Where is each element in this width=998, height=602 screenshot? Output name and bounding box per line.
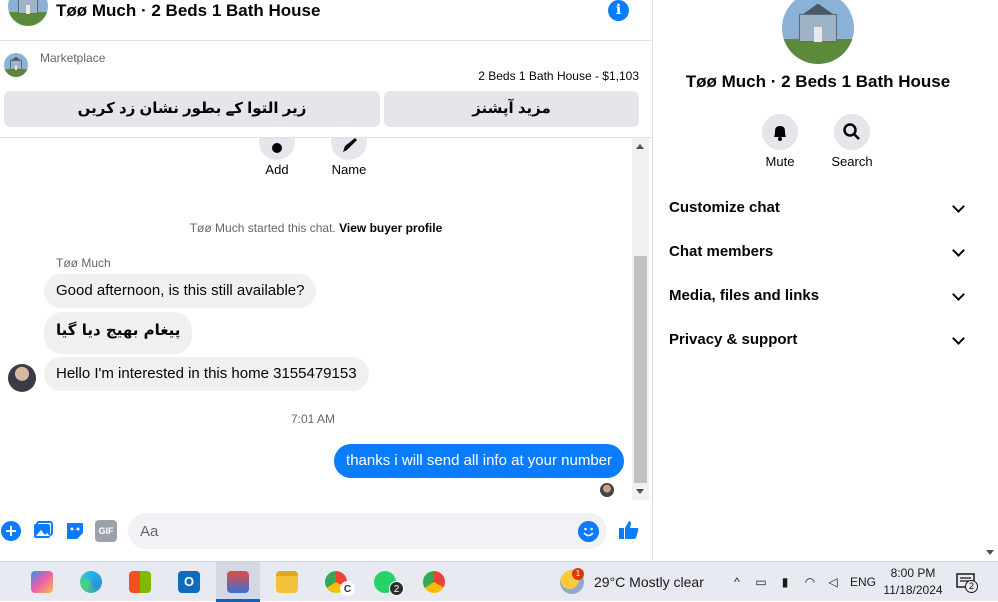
search-label: Search [831, 154, 873, 169]
add-member-button[interactable] [259, 138, 295, 160]
message-list: Add Name Tøø Much started this chat. Vie… [0, 138, 632, 500]
notification-count: 2 [965, 580, 978, 593]
message-timestamp: 7:01 AM [290, 412, 336, 426]
message-scrollbar[interactable] [632, 138, 649, 500]
chat-members-row[interactable]: Chat members [669, 236, 969, 268]
sender-avatar[interactable] [8, 364, 36, 392]
search-icon [843, 123, 860, 140]
language-indicator[interactable]: ENG [850, 562, 876, 602]
outlook-taskbar-icon[interactable]: O [167, 562, 211, 602]
page-scrollbar[interactable] [982, 0, 998, 561]
mark-pending-button[interactable]: زیر التوا کے بطور نشان زد کریں [4, 91, 380, 127]
chevron-down-icon [952, 200, 965, 213]
scroll-down-arrow[interactable] [636, 489, 644, 494]
search-button[interactable] [834, 114, 870, 150]
chrome-taskbar-icon[interactable] [412, 562, 456, 602]
more-options-button[interactable]: مزید آپشنز [384, 91, 639, 127]
clock-date: 11/18/2024 [883, 583, 943, 597]
chevron-up-icon[interactable]: ^ [729, 574, 745, 590]
outlook-icon: O [178, 571, 200, 593]
windows-taskbar: O C 2 1 29°C Mostly clear ^ ▭ ▮ ◠ ◁ ENG … [0, 561, 998, 602]
message-bubble[interactable]: Hello I'm interested in this home 315547… [44, 357, 369, 391]
clock[interactable]: 8:00 PM 11/18/2024 [878, 565, 948, 599]
page-scroll-down-arrow[interactable] [986, 550, 994, 555]
section-label: Privacy & support [669, 331, 798, 348]
plus-circle-icon[interactable] [0, 520, 22, 542]
message-bubble[interactable]: پیغام بھیج دیا گیا [44, 312, 193, 354]
whatsapp-taskbar-icon[interactable]: 2 [363, 562, 407, 602]
chat-header: Tøø Much · 2 Beds 1 Bath House i [0, 0, 651, 41]
chevron-down-icon [952, 288, 965, 301]
marketplace-label: Marketplace [40, 51, 106, 65]
marketplace-thumb[interactable] [4, 53, 28, 77]
weather-text: 29°C Mostly clear [594, 574, 704, 590]
wifi-icon[interactable]: ◠ [802, 574, 818, 590]
battery-icon[interactable]: ▮ [777, 574, 793, 590]
chevron-down-icon [952, 244, 965, 257]
folder-icon [276, 571, 298, 593]
bell-icon [774, 126, 786, 141]
notification-icon[interactable]: 2 [956, 572, 978, 593]
system-message-text: Tøø Much started this chat. [189, 221, 336, 235]
mute-button[interactable] [762, 114, 798, 150]
message-input[interactable] [128, 513, 607, 549]
store-taskbar-icon[interactable] [118, 562, 162, 602]
listing-summary[interactable]: 2 Beds 1 Bath House - $1,103 [478, 69, 639, 83]
message-bubble[interactable]: Good afternoon, is this still available? [44, 274, 317, 308]
panel-title: Tøø Much · 2 Beds 1 Bath House [685, 72, 951, 91]
name-label: Name [331, 162, 367, 177]
media-files-links-row[interactable]: Media, files and links [669, 280, 969, 312]
chat-title[interactable]: Tøø Much · 2 Beds 1 Bath House [56, 1, 320, 21]
active-app-icon [227, 571, 249, 593]
section-label: Media, files and links [669, 287, 820, 304]
view-buyer-profile-link[interactable]: View buyer profile [339, 221, 442, 235]
sticker-icon[interactable] [64, 520, 86, 542]
file-explorer-taskbar-icon[interactable] [265, 562, 309, 602]
section-label: Chat members [669, 243, 774, 260]
store-icon [129, 571, 151, 593]
copilot-icon [31, 571, 53, 593]
read-receipt-avatar [600, 483, 614, 497]
chrome-profile-taskbar-icon[interactable]: C [314, 562, 358, 602]
add-person-icon [272, 143, 282, 153]
mute-label: Mute [765, 154, 795, 169]
chevron-down-icon [952, 332, 965, 345]
emoji-icon[interactable] [578, 521, 599, 542]
chat-window: Tøø Much · 2 Beds 1 Bath House i Marketp… [0, 0, 651, 561]
chrome-icon [423, 571, 445, 593]
weather-badge: 1 [572, 568, 584, 580]
volume-icon[interactable]: ◁ [825, 574, 841, 590]
chat-details-panel: Tøø Much · 2 Beds 1 Bath House Mute Sear… [652, 0, 982, 561]
outgoing-message-bubble[interactable]: thanks i will send all info at your numb… [334, 444, 624, 478]
edge-taskbar-icon[interactable] [69, 562, 113, 602]
photo-icon[interactable] [32, 520, 54, 542]
scroll-thumb[interactable] [634, 256, 647, 483]
chrome-profile-badge: C [340, 581, 355, 596]
whatsapp-badge: 2 [389, 581, 404, 596]
meet-icon[interactable]: ▭ [753, 574, 769, 590]
sender-name: Tøø Much [56, 256, 111, 270]
add-label: Add [265, 162, 289, 177]
customize-chat-row[interactable]: Customize chat [669, 192, 969, 224]
listing-photo[interactable] [782, 0, 854, 64]
active-app-taskbar-icon[interactable] [216, 562, 260, 602]
composer-bar: GIF [0, 505, 651, 557]
gif-icon[interactable]: GIF [95, 520, 117, 542]
thumbs-up-icon[interactable] [617, 518, 641, 542]
privacy-support-row[interactable]: Privacy & support [669, 324, 969, 356]
section-label: Customize chat [669, 199, 780, 216]
copilot-taskbar-icon[interactable] [20, 562, 64, 602]
edit-name-button[interactable] [331, 138, 367, 160]
scroll-up-arrow[interactable] [636, 144, 644, 149]
system-message: Tøø Much started this chat. View buyer p… [0, 221, 632, 235]
edge-icon [80, 571, 102, 593]
info-icon[interactable]: i [608, 0, 629, 21]
pencil-icon [343, 138, 357, 152]
marketplace-bar: Marketplace 2 Beds 1 Bath House - $1,103… [0, 41, 651, 138]
listing-avatar[interactable] [8, 0, 48, 26]
clock-time: 8:00 PM [890, 566, 936, 580]
